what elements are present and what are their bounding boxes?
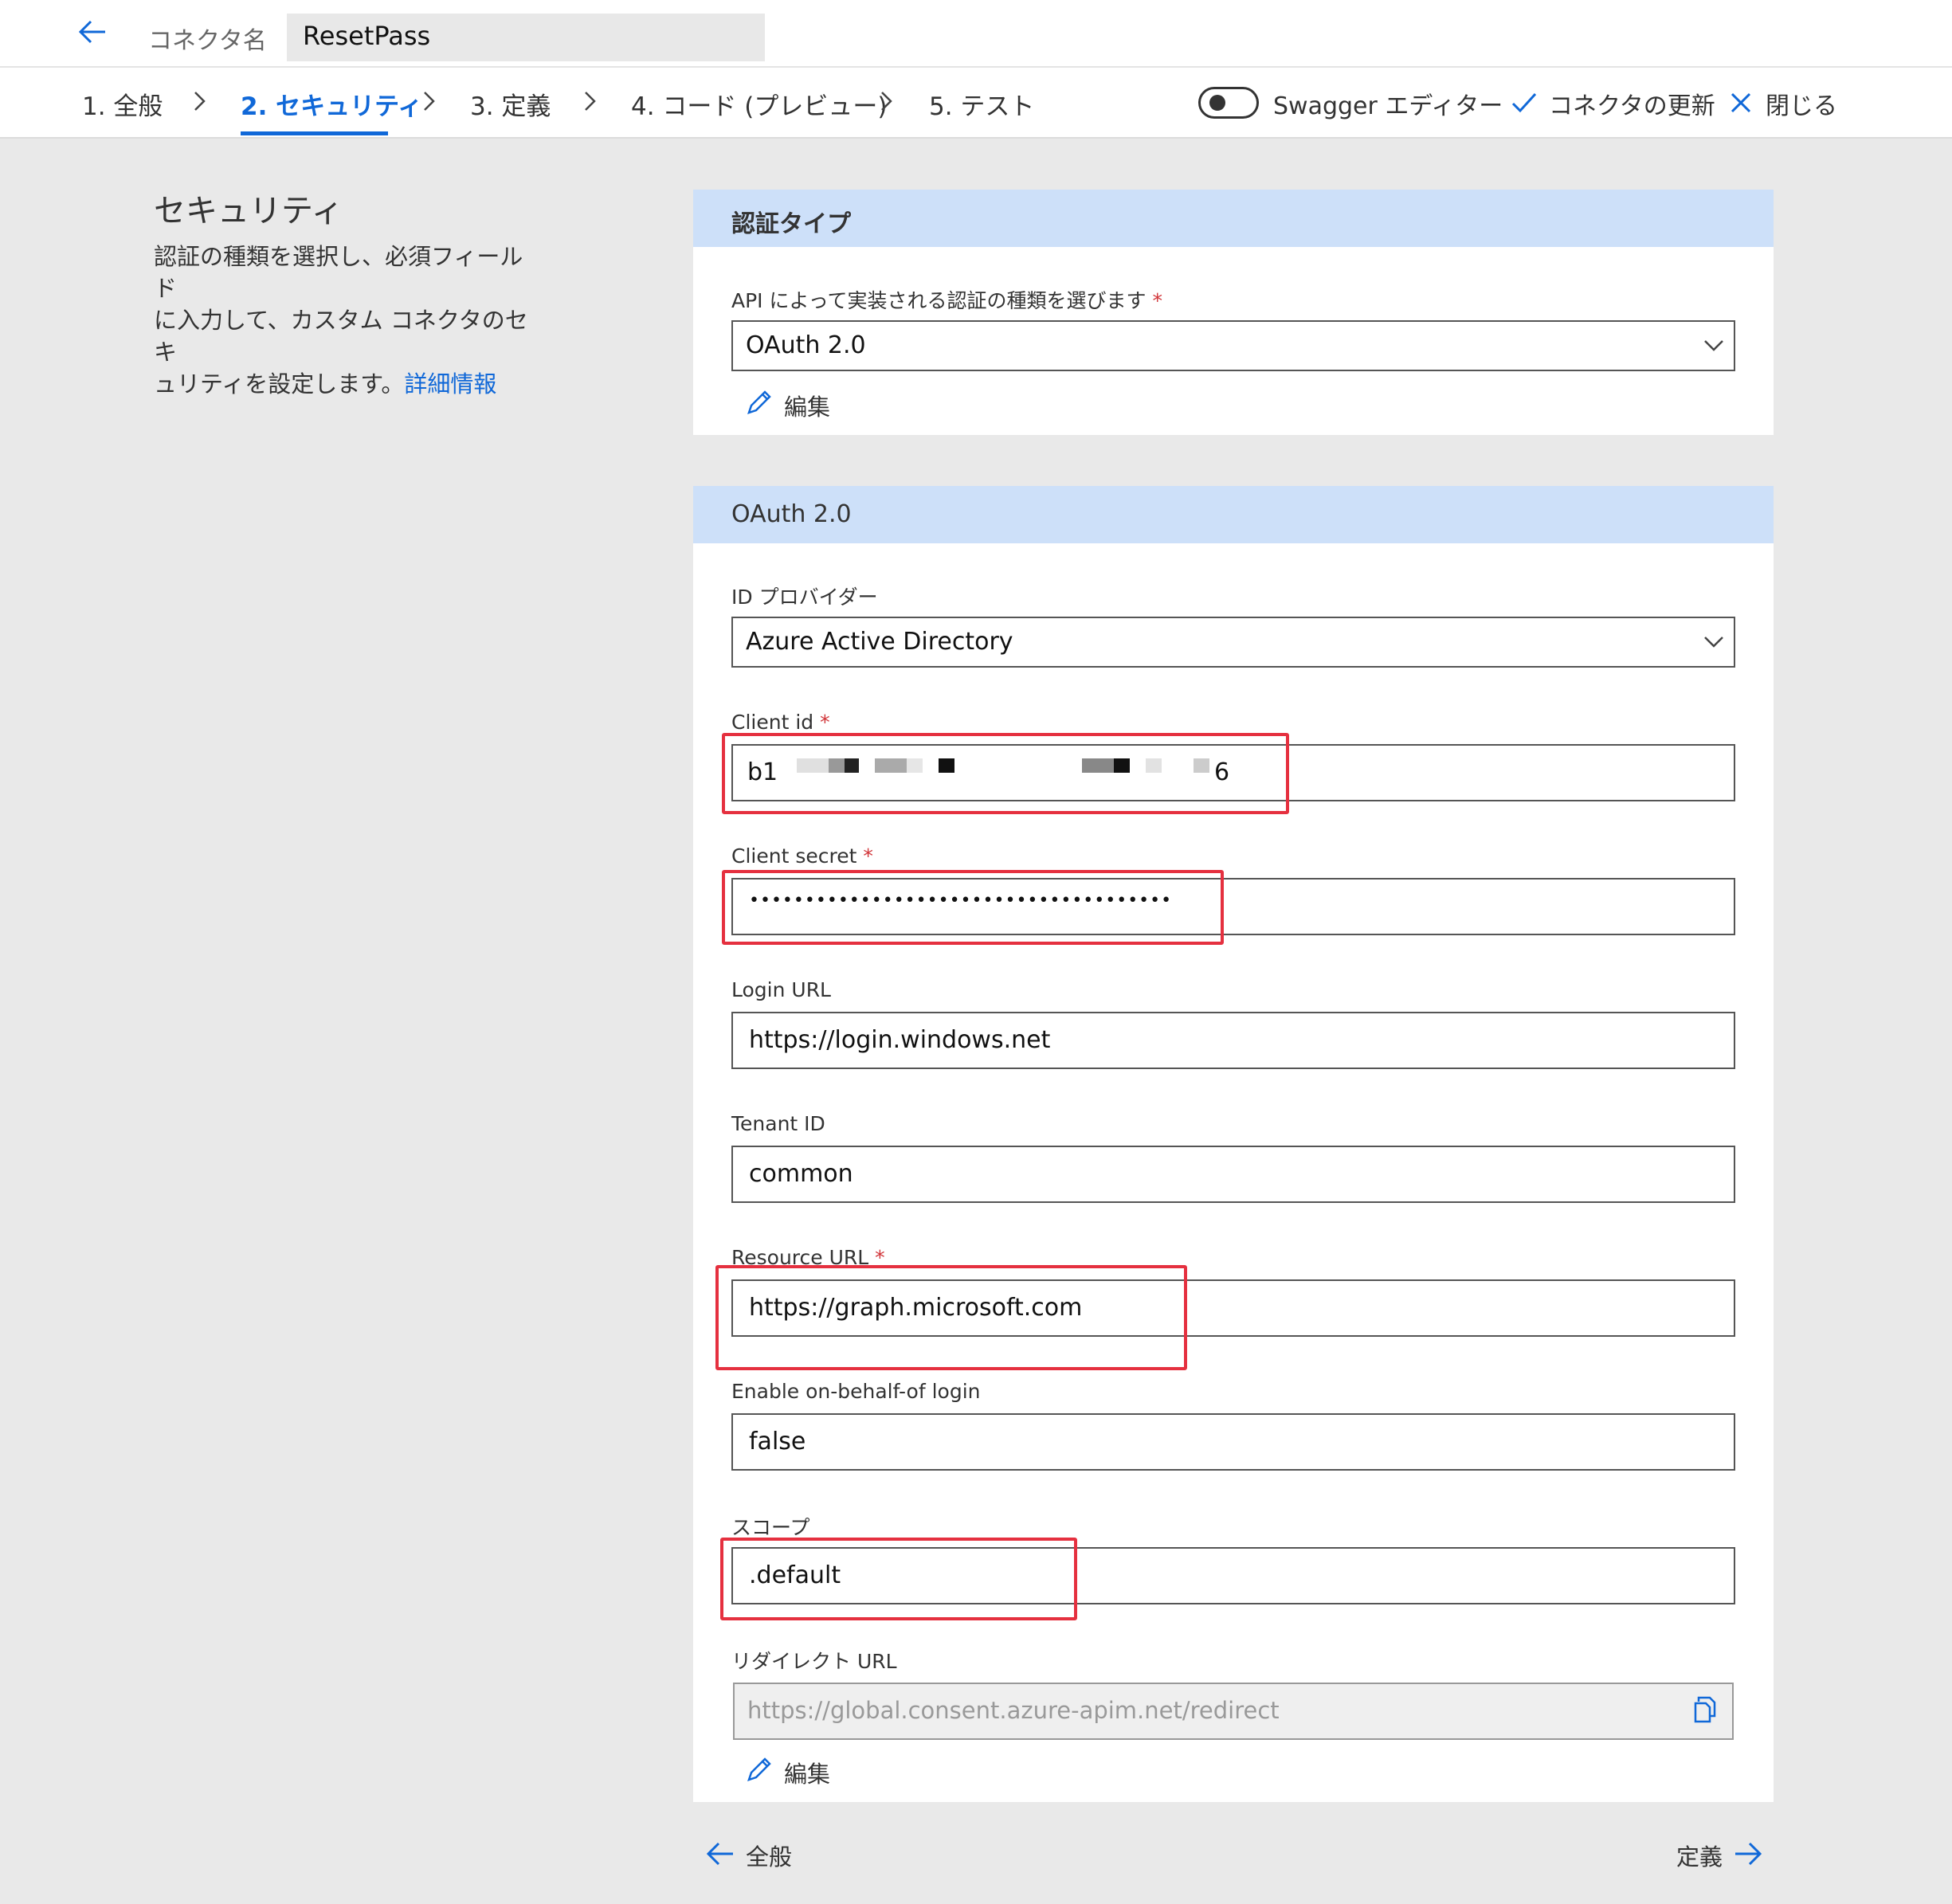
obo-login-value: false (749, 1428, 806, 1455)
edit-redirect-button[interactable]: 編集 (784, 1756, 830, 1789)
chevron-down-icon (1704, 340, 1723, 351)
close-button[interactable]: 閉じる (1766, 86, 1837, 121)
next-step-button[interactable]: 定義 (1676, 1839, 1723, 1872)
active-tab-indicator (241, 131, 388, 135)
chevron-right-icon (881, 92, 892, 111)
oauth-card-header (693, 486, 1774, 543)
highlight-box (720, 1538, 1077, 1620)
client-secret-label-text: Client secret (731, 844, 857, 868)
toggle-knob (1209, 95, 1225, 111)
description-line: 認証の種類を選択し、必須フィールド (154, 243, 523, 302)
oauth-title: OAuth 2.0 (731, 500, 852, 528)
tenant-id-value: common (749, 1160, 853, 1188)
auth-type-label: API によって実装される認証の種類を選びます * (731, 285, 1162, 314)
close-icon (1731, 92, 1751, 113)
auth-type-value: OAuth 2.0 (746, 331, 866, 359)
highlight-box (715, 1265, 1187, 1370)
pencil-icon (747, 390, 771, 414)
tab-general[interactable]: 1. 全般 (82, 86, 163, 122)
pencil-icon (747, 1757, 771, 1781)
chevron-right-icon (585, 92, 596, 111)
security-description: 認証の種類を選択し、必須フィールド に入力して、カスタム コネクタのセキ ュリテ… (154, 241, 536, 400)
tenant-id-input[interactable] (731, 1146, 1735, 1203)
obo-login-input[interactable] (731, 1413, 1735, 1471)
tab-definition[interactable]: 3. 定義 (470, 86, 551, 122)
client-id-label: Client id * (731, 711, 830, 734)
auth-type-title: 認証タイプ (731, 210, 851, 238)
login-url-label: Login URL (731, 978, 831, 1001)
forward-arrow-icon (1735, 1842, 1762, 1866)
redirect-url-value: https://global.consent.azure-apim.net/re… (747, 1697, 1280, 1724)
tab-test[interactable]: 5. テスト (929, 86, 1034, 122)
redirect-url-label: リダイレクト URL (731, 1650, 897, 1673)
chevron-right-icon (194, 92, 206, 111)
client-secret-label: Client secret * (731, 844, 873, 868)
scope-label: スコープ (731, 1516, 810, 1539)
obo-login-label: Enable on-behalf-of login (731, 1380, 981, 1403)
connector-name-value: ResetPass (303, 21, 431, 51)
tab-security[interactable]: 2. セキュリティ (241, 86, 422, 122)
required-marker: * (820, 711, 830, 734)
description-line: に入力して、カスタム コネクタのセキ (154, 307, 528, 366)
swagger-editor-toggle[interactable] (1198, 87, 1259, 119)
provider-label: ID プロバイダー (731, 586, 878, 609)
tab-code-preview[interactable]: 4. コード (プレビュー) (631, 86, 887, 122)
prev-step-button[interactable]: 全般 (746, 1839, 792, 1872)
login-url-value: https://login.windows.net (749, 1026, 1051, 1054)
description-line: ュリティを設定します。詳細情報 (154, 368, 536, 400)
divider (0, 66, 1952, 68)
chevron-down-icon (1704, 637, 1723, 648)
edit-auth-type-button[interactable]: 編集 (784, 389, 830, 422)
connector-name-label: コネクタ名 (148, 27, 267, 55)
provider-value: Azure Active Directory (746, 628, 1013, 656)
page-title: セキュリティ (154, 193, 343, 229)
checkmark-icon (1511, 92, 1537, 113)
description-text: ュリティを設定します。 (154, 370, 405, 398)
back-arrow-icon[interactable] (76, 16, 108, 48)
highlight-box (722, 870, 1224, 945)
highlight-box (722, 733, 1289, 814)
auth-type-card-header (693, 190, 1774, 247)
update-connector-button[interactable]: コネクタの更新 (1549, 86, 1715, 121)
swagger-editor-label[interactable]: Swagger エディター (1273, 86, 1503, 121)
client-id-label-text: Client id (731, 711, 814, 734)
auth-type-select[interactable] (731, 320, 1735, 371)
auth-type-label-text: API によって実装される認証の種類を選びます (731, 289, 1147, 312)
copy-icon[interactable] (1692, 1695, 1718, 1724)
tenant-id-label: Tenant ID (731, 1112, 825, 1135)
required-marker: * (863, 844, 873, 868)
required-marker: * (1152, 289, 1162, 312)
back-arrow-icon (706, 1842, 733, 1866)
learn-more-link[interactable]: 詳細情報 (404, 370, 496, 398)
divider (0, 137, 1952, 139)
chevron-right-icon (424, 92, 435, 111)
